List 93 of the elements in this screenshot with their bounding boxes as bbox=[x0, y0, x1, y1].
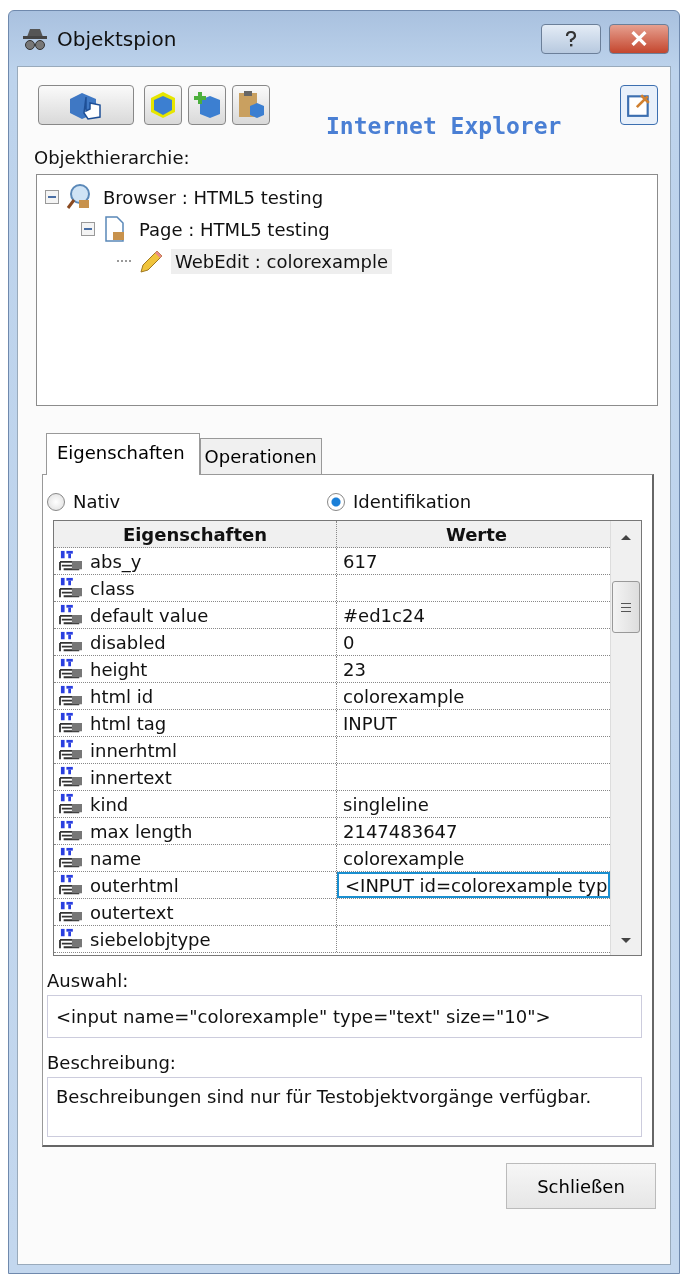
property-name: innertext bbox=[90, 766, 172, 788]
property-icon bbox=[58, 766, 84, 788]
clipboard-cube-button[interactable] bbox=[232, 85, 270, 125]
scroll-thumb[interactable] bbox=[612, 581, 640, 633]
property-value[interactable]: <INPUT id=colorexample typ bbox=[337, 872, 610, 898]
window-title: Objektspion bbox=[57, 26, 178, 51]
property-icon bbox=[58, 847, 84, 869]
close-icon bbox=[630, 31, 648, 46]
tree-item[interactable]: Browser : HTML5 testing bbox=[99, 184, 328, 210]
tab[interactable]: Eigenschaften bbox=[46, 433, 200, 475]
question-mark-icon bbox=[564, 29, 578, 48]
pin-icon bbox=[626, 92, 652, 118]
property-icon bbox=[58, 577, 84, 599]
property-icon bbox=[58, 928, 84, 950]
scroll-up-icon[interactable] bbox=[620, 533, 632, 541]
property-name: innerhtml bbox=[90, 739, 177, 761]
property-value[interactable]: colorexample bbox=[337, 845, 610, 871]
table-row[interactable]: disabled 0 bbox=[54, 629, 610, 656]
table-row[interactable]: abs_y 617 bbox=[54, 548, 610, 575]
table-row[interactable]: max length 2147483647 bbox=[54, 818, 610, 845]
table-row[interactable]: height 23 bbox=[54, 656, 610, 683]
property-value[interactable]: 0 bbox=[337, 629, 610, 655]
property-value[interactable]: singleline bbox=[337, 791, 610, 817]
property-name: name bbox=[90, 847, 142, 869]
column-header[interactable]: Werte bbox=[337, 521, 610, 547]
clipboard-icon bbox=[236, 90, 266, 120]
radio-label: Identifikation bbox=[353, 491, 472, 512]
table-row[interactable]: name colorexample bbox=[54, 845, 610, 872]
description-field[interactable]: Beschreibungen sind nur für Testobjektvorgänge verfügbar. bbox=[47, 1077, 642, 1137]
description-label: Beschreibung: bbox=[47, 1052, 177, 1073]
property-name: siebelobjtype bbox=[90, 928, 211, 950]
property-icon bbox=[58, 604, 84, 626]
add-cube-button[interactable] bbox=[188, 85, 226, 125]
table-row[interactable]: default value #ed1c24 bbox=[54, 602, 610, 629]
property-icon bbox=[58, 658, 84, 680]
table-row[interactable]: innerhtml bbox=[54, 737, 610, 764]
collapse-icon[interactable] bbox=[45, 190, 59, 204]
property-name: class bbox=[90, 577, 135, 599]
property-icon bbox=[58, 631, 84, 653]
cube-icon bbox=[148, 90, 178, 120]
property-icon bbox=[58, 550, 84, 572]
table-row[interactable]: outerhtml <INPUT id=colorexample typ bbox=[54, 872, 610, 899]
close-dialog-button[interactable]: Schließen bbox=[506, 1163, 656, 1209]
property-name: outerhtml bbox=[90, 874, 179, 896]
environment-label: Internet Explorer bbox=[326, 113, 563, 139]
property-value[interactable]: #ed1c24 bbox=[337, 602, 610, 628]
pointing-hand-button[interactable] bbox=[38, 85, 134, 125]
close-button[interactable] bbox=[609, 23, 669, 54]
property-value[interactable]: 23 bbox=[337, 656, 610, 682]
property-icon bbox=[58, 901, 84, 923]
property-icon bbox=[58, 685, 84, 707]
property-name: max length bbox=[90, 820, 193, 842]
property-icon bbox=[58, 874, 84, 896]
hierarchy-label: Objekthierarchie: bbox=[34, 147, 191, 168]
radio-button[interactable] bbox=[47, 492, 65, 511]
scroll-down-icon[interactable] bbox=[620, 937, 632, 945]
collapse-icon[interactable] bbox=[81, 222, 95, 236]
property-name: abs_y bbox=[90, 550, 142, 572]
property-name: html tag bbox=[90, 712, 167, 734]
property-value[interactable]: 2147483647 bbox=[337, 818, 610, 844]
help-button[interactable] bbox=[541, 23, 601, 54]
selection-field[interactable]: <input name="colorexample" type="text" size="10"> bbox=[47, 995, 642, 1038]
property-name: outertext bbox=[90, 901, 174, 923]
property-name: default value bbox=[90, 604, 209, 626]
cube-button[interactable] bbox=[144, 85, 182, 125]
scrollbar[interactable] bbox=[610, 521, 641, 955]
property-icon bbox=[58, 793, 84, 815]
table-row[interactable]: innertext bbox=[54, 764, 610, 791]
table-row[interactable]: class bbox=[54, 575, 610, 602]
property-icon bbox=[58, 739, 84, 761]
property-icon bbox=[58, 712, 84, 734]
property-value[interactable]: colorexample bbox=[337, 683, 610, 709]
property-name: html id bbox=[90, 685, 154, 707]
tab[interactable]: Operationen bbox=[199, 438, 322, 474]
radio-button[interactable] bbox=[327, 492, 345, 511]
table-row[interactable]: outertext bbox=[54, 899, 610, 926]
pin-button[interactable] bbox=[620, 85, 658, 125]
property-name: disabled bbox=[90, 631, 166, 653]
table-row[interactable]: siebelobjtype bbox=[54, 926, 610, 953]
tree-item[interactable]: Page : HTML5 testing bbox=[135, 216, 334, 242]
property-name: height bbox=[90, 658, 148, 680]
add-cube-icon bbox=[192, 90, 222, 120]
property-name: kind bbox=[90, 793, 129, 815]
property-value[interactable]: INPUT bbox=[337, 710, 610, 736]
table-row[interactable]: html tag INPUT bbox=[54, 710, 610, 737]
property-value[interactable]: 617 bbox=[337, 548, 610, 574]
table-row[interactable]: html id colorexample bbox=[54, 683, 610, 710]
column-header[interactable]: Eigenschaften bbox=[54, 521, 337, 547]
table-row[interactable]: kind singleline bbox=[54, 791, 610, 818]
tree-item[interactable]: WebEdit : colorexample bbox=[171, 248, 392, 274]
property-icon bbox=[58, 820, 84, 842]
selection-label: Auswahl: bbox=[47, 970, 130, 991]
radio-label: Nativ bbox=[73, 491, 121, 512]
